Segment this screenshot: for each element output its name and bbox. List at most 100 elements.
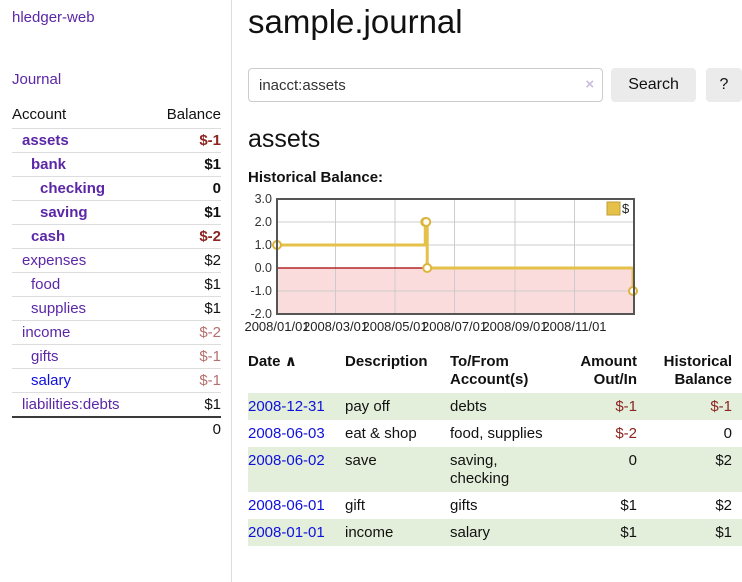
transaction-description: gift xyxy=(345,492,450,519)
account-row: assets $-1 xyxy=(12,129,221,153)
account-link[interactable]: bank xyxy=(31,156,66,173)
account-link[interactable]: food xyxy=(31,276,60,293)
account-link[interactable]: supplies xyxy=(31,300,86,317)
account-balance: $-1 xyxy=(151,345,221,369)
account-heading: assets xyxy=(248,125,742,154)
account-balance: $1 xyxy=(151,297,221,321)
register-row: 2008-12-31pay offdebts$-1$-1 xyxy=(248,393,742,420)
account-balance: $1 xyxy=(151,273,221,297)
account-link[interactable]: cash xyxy=(31,228,65,245)
transaction-date-link[interactable]: 2008-12-31 xyxy=(248,398,325,415)
accounts-total: 0 xyxy=(12,417,221,442)
register-table: Date ∧ Description To/From Account(s) Am… xyxy=(248,350,742,546)
y-tick-label: 0.0 xyxy=(255,261,272,275)
clear-search-icon[interactable]: × xyxy=(585,75,594,95)
account-link[interactable]: saving xyxy=(40,204,88,221)
col-balance: Historical Balance xyxy=(637,350,742,393)
search-input[interactable] xyxy=(248,68,603,102)
transaction-amount: 0 xyxy=(555,447,637,492)
x-tick-label: 2008/05/01 xyxy=(362,319,427,334)
account-balance: $-2 xyxy=(151,225,221,249)
account-balance: 0 xyxy=(151,177,221,201)
register-row: 2008-06-03eat & shopfood, supplies$-20 xyxy=(248,420,742,447)
account-row: expenses $2 xyxy=(12,249,221,273)
legend-label: $ xyxy=(622,201,630,216)
account-row: bank$1 xyxy=(12,153,221,177)
account-link[interactable]: income xyxy=(22,324,70,341)
register-row: 2008-01-01incomesalary$1$1 xyxy=(248,519,742,546)
account-balance: $1 xyxy=(151,393,221,418)
y-tick-label: -1.0 xyxy=(250,284,272,298)
transaction-accounts: salary xyxy=(450,519,555,546)
transaction-balance: 0 xyxy=(637,420,742,447)
account-row: food $1 xyxy=(12,273,221,297)
transaction-amount: $-2 xyxy=(555,420,637,447)
x-tick-label: 2008/03/01 xyxy=(303,319,368,334)
sort-asc-icon: ∧ xyxy=(285,353,297,370)
register-body: 2008-12-31pay offdebts$-1$-12008-06-03ea… xyxy=(248,393,742,546)
data-point-marker xyxy=(422,218,430,226)
account-balance: $-1 xyxy=(151,369,221,393)
sidebar-item-journal[interactable]: Journal xyxy=(12,71,221,88)
transaction-date-link[interactable]: 2008-06-01 xyxy=(248,497,325,514)
account-link[interactable]: expenses xyxy=(22,252,86,269)
transaction-accounts: gifts xyxy=(450,492,555,519)
account-balance: $2 xyxy=(151,249,221,273)
x-tick-label: 2008/01/01 xyxy=(244,319,309,334)
accounts-body: assets$-1bank$1checking0saving$1cash$-2e… xyxy=(12,129,221,443)
account-balance: $-2 xyxy=(151,321,221,345)
transaction-accounts: debts xyxy=(450,393,555,420)
data-point-marker xyxy=(423,264,431,272)
search-box: × xyxy=(248,68,603,102)
col-accounts: To/From Account(s) xyxy=(450,350,555,393)
y-tick-label: 1.0 xyxy=(255,238,272,252)
search-button[interactable]: Search xyxy=(611,68,696,102)
account-row: income $-2 xyxy=(12,321,221,345)
balance-chart: $3.02.01.00.0-1.0-2.02008/01/012008/03/0… xyxy=(248,194,742,336)
accounts-col-account: Account xyxy=(12,103,151,129)
register-header-row: Date ∧ Description To/From Account(s) Am… xyxy=(248,350,742,393)
app-brand-link[interactable]: hledger-web xyxy=(12,9,221,26)
sidebar: hledger-web Journal Account Balance asse… xyxy=(0,0,232,582)
account-row: salary $-1 xyxy=(12,369,221,393)
x-tick-label: 2008/09/01 xyxy=(482,319,547,334)
transaction-description: pay off xyxy=(345,393,450,420)
transaction-amount: $1 xyxy=(555,519,637,546)
transaction-amount: $-1 xyxy=(555,393,637,420)
register-row: 2008-06-02 savesaving, checking0$2 xyxy=(248,447,742,492)
transaction-date-link[interactable]: 2008-06-02 xyxy=(248,452,325,469)
search-bar: × Search ? xyxy=(248,68,742,102)
account-row: supplies $1 xyxy=(12,297,221,321)
main-content: sample.journal × Search ? assets Histori… xyxy=(248,0,742,546)
account-link[interactable]: gifts xyxy=(31,348,59,365)
transaction-balance: $2 xyxy=(637,447,742,492)
account-row: gifts $-1 xyxy=(12,345,221,369)
col-description: Description xyxy=(345,350,450,393)
help-button[interactable]: ? xyxy=(706,68,742,102)
account-balance: $1 xyxy=(151,201,221,225)
transaction-date-link[interactable]: 2008-01-01 xyxy=(248,524,325,541)
transaction-accounts: saving, checking xyxy=(450,447,555,492)
account-row: cash $-2 xyxy=(12,225,221,249)
transaction-description: save xyxy=(345,447,450,492)
account-row: liabilities:debts $1 xyxy=(12,393,221,418)
account-link[interactable]: assets xyxy=(22,132,69,149)
transaction-balance: $-1 xyxy=(637,393,742,420)
x-tick-label: 2008/07/01 xyxy=(422,319,487,334)
transaction-description: eat & shop xyxy=(345,420,450,447)
account-row: checking 0 xyxy=(12,177,221,201)
account-link[interactable]: liabilities:debts xyxy=(22,396,120,413)
account-row: saving $1 xyxy=(12,201,221,225)
transaction-balance: $2 xyxy=(637,492,742,519)
accounts-total-row: 0 xyxy=(12,417,221,442)
transaction-amount: $1 xyxy=(555,492,637,519)
account-balance: $-1 xyxy=(151,129,221,153)
col-amount: Amount Out/In xyxy=(555,350,637,393)
y-tick-label: 2.0 xyxy=(255,215,272,229)
register-row: 2008-06-01 giftgifts$1$2 xyxy=(248,492,742,519)
account-link[interactable]: salary xyxy=(31,372,71,389)
x-tick-label: 2008/11/01 xyxy=(542,319,606,334)
account-link[interactable]: checking xyxy=(40,180,105,197)
accounts-header-row: Account Balance xyxy=(12,103,221,129)
transaction-date-link[interactable]: 2008-06-03 xyxy=(248,425,325,442)
